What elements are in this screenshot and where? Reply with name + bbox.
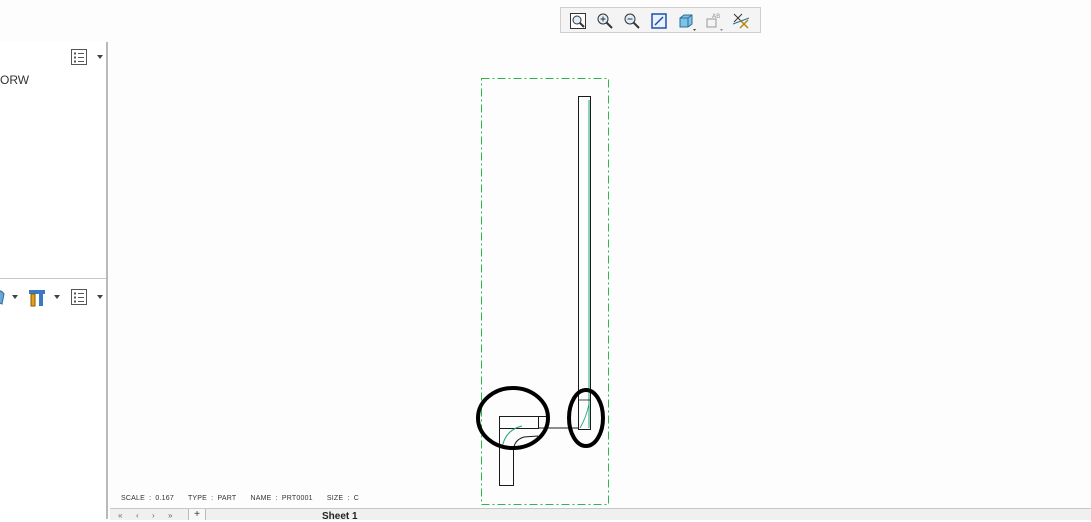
tangent-edge — [579, 403, 590, 429]
settings-list-icon[interactable] — [70, 288, 88, 306]
markup-circle — [476, 386, 550, 450]
drawing-canvas[interactable] — [110, 0, 1091, 510]
add-sheet-button[interactable]: + — [188, 509, 206, 520]
view-toolbar: AB — [560, 7, 761, 33]
zoom-out-icon[interactable] — [621, 10, 643, 32]
settings-list-icon[interactable] — [70, 48, 88, 66]
scale-label: SCALE : 0.167 — [121, 495, 174, 502]
chevron-down-icon[interactable] — [97, 55, 103, 59]
model-tree-panel: ORW — [0, 42, 108, 519]
zoom-window-icon[interactable] — [567, 10, 589, 32]
zoom-in-icon[interactable] — [594, 10, 616, 32]
tools-icon[interactable] — [27, 288, 47, 308]
type-label: TYPE : PART — [187, 495, 237, 502]
annotation-display-icon[interactable]: AB — [702, 10, 724, 32]
repaint-icon[interactable] — [648, 10, 670, 32]
size-label: SIZE : C — [326, 495, 359, 502]
panel-divider — [0, 278, 106, 279]
drawing-status-line: SCALE : 0.167 TYPE : PART NAME : PRT0001… — [121, 495, 369, 502]
sheet-tab-bar: « ‹ › » + Sheet 1 — [110, 508, 1091, 522]
chevron-down-icon[interactable] — [12, 295, 18, 299]
tangent-edge — [501, 425, 523, 449]
svg-text:AB: AB — [712, 13, 720, 20]
chevron-down-icon[interactable] — [97, 295, 103, 299]
chevron-down-icon[interactable] — [54, 295, 60, 299]
display-style-icon[interactable] — [675, 10, 697, 32]
markup-circle — [567, 388, 605, 448]
datum-display-icon[interactable] — [730, 10, 752, 32]
model-tree-root-item[interactable]: ORW — [0, 73, 29, 87]
sheet-tab[interactable]: Sheet 1 — [322, 511, 358, 522]
name-label: NAME : PRT0001 — [250, 495, 313, 502]
appearance-icon[interactable] — [0, 288, 8, 306]
